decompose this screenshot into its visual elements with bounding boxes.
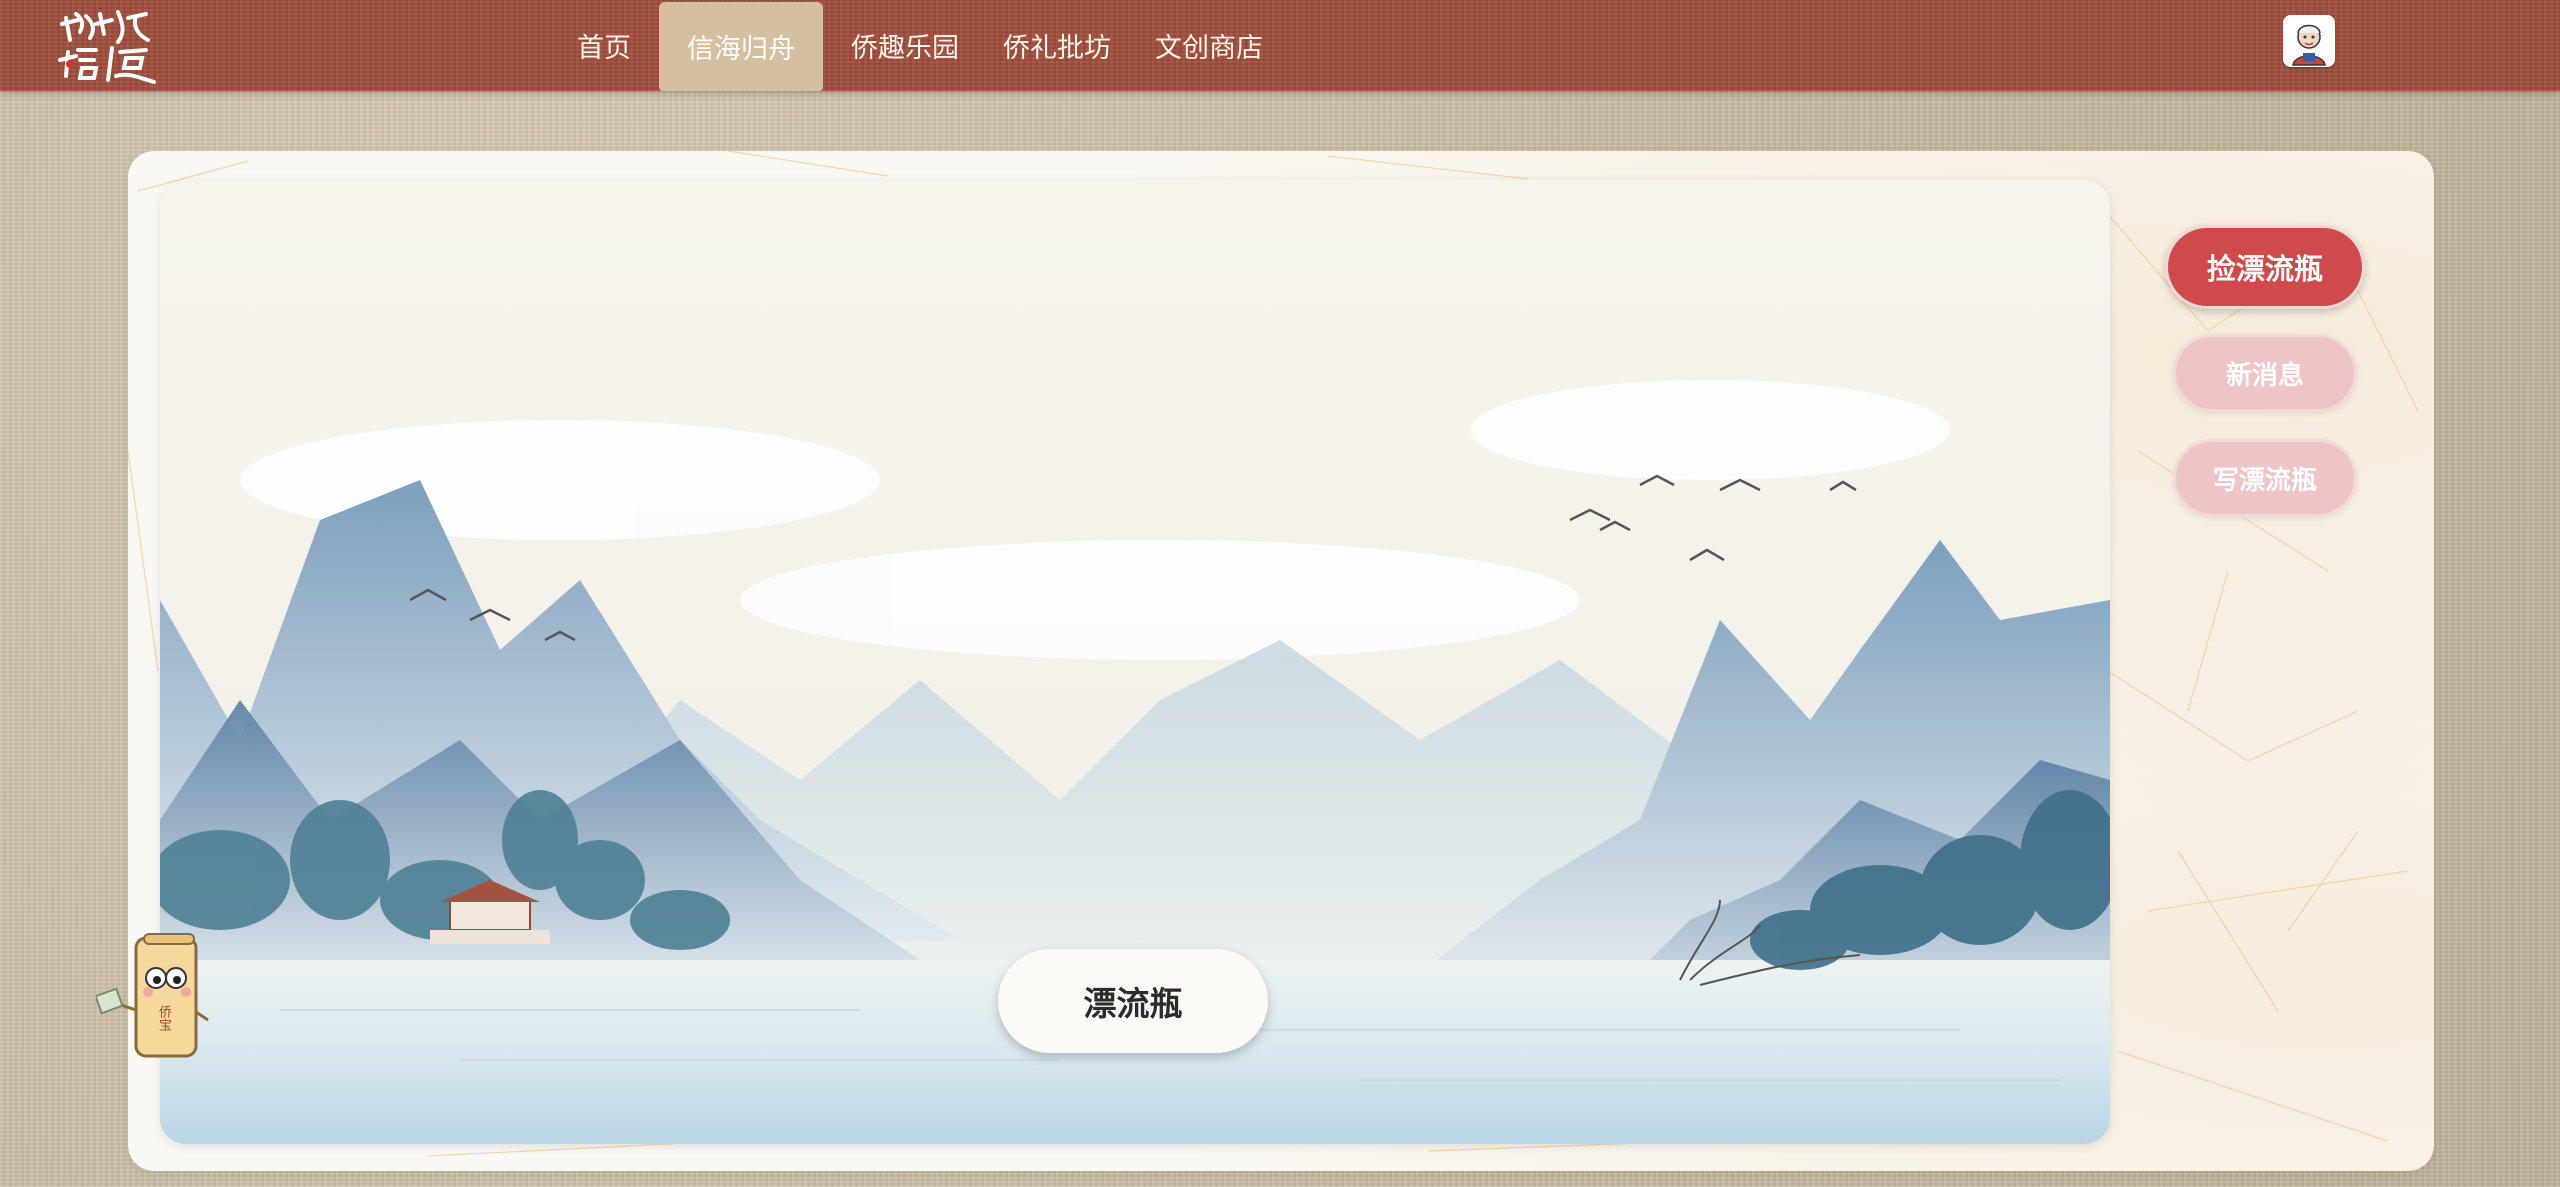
mascot-scroll[interactable]: 侨宝 [94,930,214,1066]
user-avatar[interactable] [2283,15,2335,67]
main-navigation: 首页 信海归舟 侨趣乐园 侨礼批坊 文创商店 [555,0,1285,91]
user-avatar-icon [2283,15,2335,67]
calligraphy-logo-icon [58,10,156,84]
drift-bottle-button[interactable]: 漂流瓶 [998,949,1268,1053]
nav-xinhai-guizhou[interactable]: 信海归舟 [659,2,823,91]
mascot-label: 侨宝 [156,1005,171,1031]
pick-bottle-button[interactable]: 捡漂流瓶 [2165,225,2365,309]
top-navigation-bar: 首页 信海归舟 侨趣乐园 侨礼批坊 文创商店 [0,0,2560,91]
scroll-mascot-icon [94,933,209,1058]
nav-creative-shop[interactable]: 文创商店 [1133,0,1285,91]
nav-home[interactable]: 首页 [555,0,653,91]
nav-qiaoli-pifang[interactable]: 侨礼批坊 [981,0,1133,91]
write-bottle-button[interactable]: 写漂流瓶 [2173,439,2357,517]
site-logo[interactable] [56,6,168,86]
nav-qiaoqu-leyuan[interactable]: 侨趣乐园 [829,0,981,91]
new-messages-button[interactable]: 新消息 [2173,334,2357,412]
